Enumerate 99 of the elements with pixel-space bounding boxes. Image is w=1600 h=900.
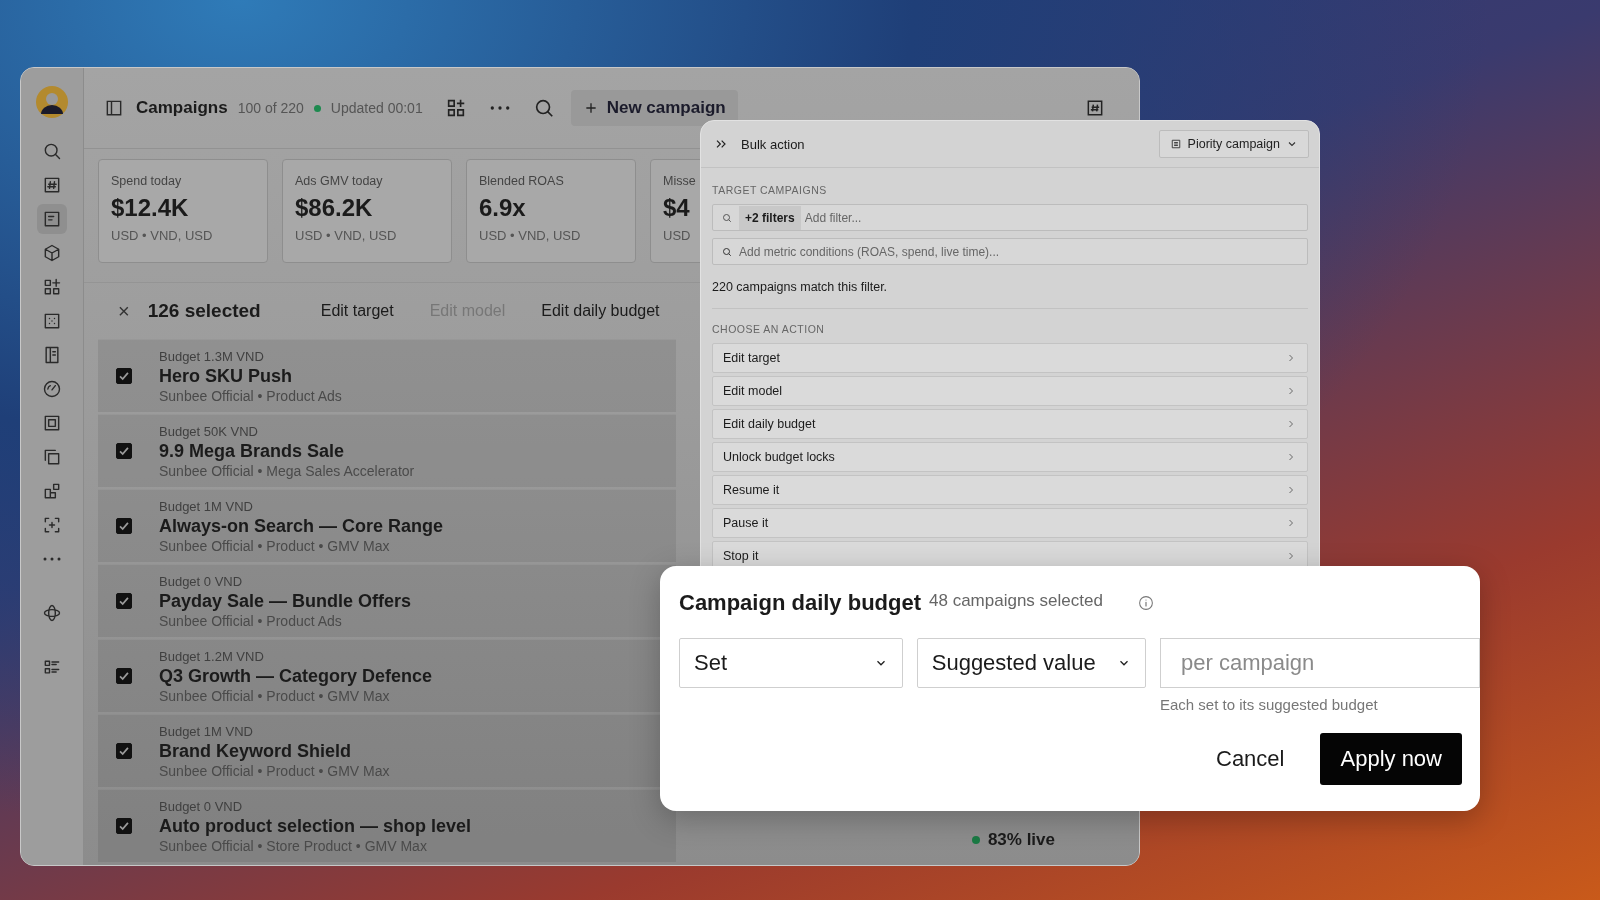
- row-checkbox[interactable]: [116, 743, 132, 759]
- metric-note: USD • VND, USD: [479, 228, 581, 243]
- row-checkbox[interactable]: [116, 443, 132, 459]
- live-dot: [971, 835, 980, 844]
- campaign-subtitle: Sunbee Official • Product • GMV Max: [159, 762, 390, 779]
- bulk-edit-button[interactable]: Edit target: [320, 302, 394, 320]
- book-icon: [42, 345, 62, 365]
- status-dot: [313, 104, 321, 112]
- metric-label: Blended ROAS: [479, 174, 564, 188]
- bulk-edit-button[interactable]: Edit daily budget: [541, 302, 660, 320]
- filter-input[interactable]: Add filter...: [804, 210, 1307, 225]
- update-status: Updated 00:01: [330, 100, 423, 116]
- filter-field[interactable]: +2 filters Add filter...: [712, 204, 1308, 231]
- cube-icon: [42, 243, 62, 263]
- metric-label: Ads GMV today: [295, 174, 383, 188]
- campaign-count: 100 of 220: [237, 100, 304, 116]
- search-icon: [721, 211, 733, 224]
- metric-condition-input[interactable]: Add metric conditions (ROAS, spend, live time)...: [739, 244, 1307, 259]
- new-campaign-button[interactable]: New campaign: [570, 90, 738, 126]
- campaign-name: Brand Keyword Shield: [159, 740, 353, 762]
- campaign-subtitle: Sunbee Official • Product • GMV Max: [159, 687, 391, 704]
- search-icon: [721, 245, 733, 258]
- row-checkbox[interactable]: [116, 368, 132, 384]
- section-heading: CHOOSE AN ACTION: [712, 323, 826, 335]
- action-item[interactable]: Edit target: [712, 343, 1308, 373]
- filter-chip[interactable]: +2 filters: [739, 205, 801, 230]
- campaign-name: Q3 Growth — Category Defence: [159, 665, 433, 687]
- metric-value: $86.2K: [295, 194, 373, 222]
- metric-label: Misse: [663, 174, 696, 188]
- campaign-subtitle: Sunbee Official • Product Ads: [159, 387, 342, 404]
- metric-note: USD: [663, 228, 691, 243]
- campaign-subtitle: Sunbee Official • Product Ads: [159, 612, 343, 629]
- document-icon: [42, 209, 62, 229]
- hash-icon: [42, 175, 62, 195]
- metric-note: USD • VND, USD: [295, 228, 397, 243]
- campaign-budget: Budget 0 VND: [159, 798, 244, 814]
- action-item[interactable]: Unlock budget locks: [712, 442, 1308, 472]
- row-checkbox[interactable]: [116, 668, 132, 684]
- campaign-name: Payday Sale — Bundle Offers: [159, 590, 412, 612]
- cancel-button[interactable]: Cancel: [1210, 745, 1291, 773]
- copy-icon: [42, 447, 62, 467]
- action-item[interactable]: Pause it: [712, 508, 1308, 538]
- selection-count: 126 selected: [147, 300, 261, 322]
- campaign-name: Hero SKU Push: [159, 365, 294, 387]
- blocks-icon: [42, 481, 62, 501]
- value-source-select[interactable]: Suggested value: [916, 638, 1146, 688]
- campaign-row[interactable]: Budget 0 VND Payday Sale — Bundle Offers Sunbee Official • Product Ads: [98, 564, 676, 637]
- action-item[interactable]: Edit model: [712, 376, 1308, 406]
- metric-value: $4: [663, 194, 690, 222]
- match-count: 220 campaigns match this filter.: [712, 280, 889, 294]
- campaign-budget: Budget 50K VND: [159, 423, 259, 439]
- preset-dropdown[interactable]: Piority campaign: [1158, 130, 1309, 158]
- metric-note: USD • VND, USD: [111, 228, 213, 243]
- row-checkbox[interactable]: [116, 818, 132, 834]
- campaign-budget: Budget 1.3M VND: [159, 348, 265, 364]
- clear-selection-button[interactable]: ×: [118, 299, 130, 323]
- metric-condition-field[interactable]: Add metric conditions (ROAS, spend, live time)...: [712, 238, 1308, 265]
- panel-title: Bulk action: [741, 136, 805, 152]
- selected-count: 48 campaigns selected: [929, 591, 1103, 611]
- live-share: 83% live: [987, 829, 1055, 850]
- campaign-budget: Budget 1M VND: [159, 723, 254, 739]
- metric-label: Spend today: [111, 174, 182, 188]
- campaign-budget: Budget 0 VND: [159, 573, 244, 589]
- action-item[interactable]: Resume it: [712, 475, 1308, 505]
- campaign-name: Auto product selection — shop level: [159, 815, 472, 837]
- hash-icon[interactable]: [1085, 98, 1105, 118]
- atom-icon: [42, 603, 62, 623]
- action-item[interactable]: Edit daily budget: [712, 409, 1308, 439]
- row-checkbox[interactable]: [116, 518, 132, 534]
- campaign-row[interactable]: Budget 1M VND Always-on Search — Core Range Sunbee Official • Product • GMV Max: [98, 489, 676, 562]
- scan-plus-icon: [42, 515, 62, 535]
- campaign-row[interactable]: Budget 50K VND 9.9 Mega Brands Sale Sunbee Official • Mega Sales Accelerator: [98, 414, 676, 487]
- field-hint: Each set to its suggested budget: [1160, 696, 1379, 713]
- dialog-title: Campaign daily budget: [679, 590, 922, 616]
- sidebar-document-button[interactable]: [37, 204, 67, 234]
- row-checkbox[interactable]: [116, 593, 132, 609]
- search-icon: [42, 141, 62, 161]
- info-icon[interactable]: [1136, 594, 1155, 612]
- campaign-budget: Budget 1.2M VND: [159, 648, 265, 664]
- page-title: Campaigns: [136, 98, 228, 118]
- campaign-name: Always-on Search — Core Range: [159, 515, 444, 537]
- amount-field[interactable]: per campaign: [1160, 638, 1480, 688]
- metric-value: 6.9x: [479, 194, 526, 222]
- apply-button[interactable]: Apply now: [1320, 733, 1462, 785]
- gauge-icon: [42, 379, 62, 399]
- metric-value: $12.4K: [111, 194, 189, 222]
- campaign-budget: Budget 1M VND: [159, 498, 254, 514]
- sidebar-toggle-icon[interactable]: [104, 98, 124, 118]
- list-icon: [1169, 138, 1182, 150]
- section-heading: TARGET CAMPAIGNS: [712, 184, 828, 196]
- campaign-row[interactable]: Budget 1.3M VND Hero SKU Push Sunbee Official • Product Ads: [98, 339, 676, 412]
- avatar[interactable]: [36, 86, 68, 118]
- campaign-subtitle: Sunbee Official • Mega Sales Accelerator: [159, 462, 415, 479]
- campaign-name: 9.9 Mega Brands Sale: [159, 440, 346, 462]
- list-icon: [42, 657, 62, 677]
- campaign-subtitle: Sunbee Official • Product • GMV Max: [159, 537, 391, 554]
- grid-plus-icon: [42, 277, 62, 297]
- more-icon: [42, 556, 62, 562]
- mode-select[interactable]: Set: [679, 638, 903, 688]
